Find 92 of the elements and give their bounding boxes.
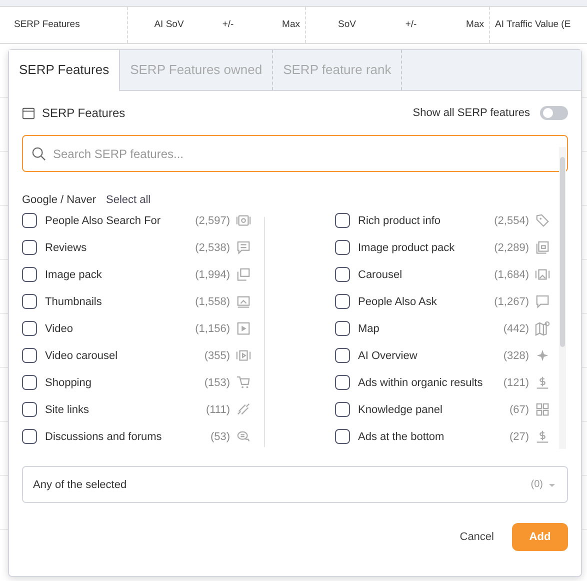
- select-all-link[interactable]: Select all: [106, 194, 151, 206]
- tab[interactable]: SERP Features: [9, 50, 120, 91]
- checkbox[interactable]: [22, 294, 37, 309]
- speech-bubble-icon: [535, 294, 550, 309]
- dollar-icon: [535, 429, 550, 444]
- checkbox[interactable]: [22, 348, 37, 363]
- feature-label: Ads within organic results: [358, 376, 484, 388]
- column-header[interactable]: SoV: [306, 7, 388, 43]
- checkbox[interactable]: [335, 429, 350, 444]
- feature-count: (2,554): [494, 214, 529, 226]
- feature-label: Thumbnails: [45, 296, 103, 308]
- toggle-switch[interactable]: [540, 106, 568, 120]
- feature-label: Shopping: [45, 376, 92, 388]
- chat-bubbles-icon: [236, 429, 251, 444]
- feature-label: People Also Search For: [45, 214, 162, 226]
- feature-count: (2,597): [195, 214, 230, 226]
- feature-label: Reviews: [45, 242, 88, 254]
- search-icon: [31, 146, 46, 161]
- scroll-bar[interactable]: [559, 147, 566, 449]
- checkbox[interactable]: [22, 402, 37, 417]
- feature-count: (1,558): [195, 296, 230, 308]
- feature-label: Discussions and forums: [45, 430, 163, 442]
- image-frame-icon: [236, 213, 251, 228]
- feature-label: Carousel: [358, 268, 404, 280]
- feature-count: (121): [503, 376, 529, 388]
- feature-count: (53): [210, 430, 230, 442]
- feature-count: (153): [204, 376, 230, 388]
- feature-label: Image pack: [45, 268, 103, 280]
- play-icon: [236, 321, 251, 336]
- column-header[interactable]: Max: [434, 7, 490, 43]
- group-label: Google / Naver: [22, 194, 96, 206]
- checkbox[interactable]: [22, 240, 37, 255]
- image-icon: [535, 267, 550, 282]
- section-title: SERP Features: [42, 106, 126, 120]
- feature-label: People Also Ask: [358, 296, 438, 308]
- column-header[interactable]: +/-: [388, 7, 434, 43]
- feature-label: Rich product info: [358, 214, 442, 226]
- cart-icon: [236, 375, 251, 390]
- search-field[interactable]: Search SERP features...: [22, 135, 568, 172]
- image-stack-icon: [236, 267, 251, 282]
- checkbox[interactable]: [335, 402, 350, 417]
- checkbox[interactable]: [22, 267, 37, 282]
- column-header[interactable]: +/-: [210, 7, 246, 43]
- feature-count: (111): [206, 404, 230, 416]
- feature-count: (1,684): [494, 268, 529, 280]
- feature-count: (2,538): [195, 242, 230, 254]
- feature-count: (355): [204, 350, 230, 362]
- feature-count: (1,994): [195, 268, 230, 280]
- column-header[interactable]: SERP Features: [0, 7, 128, 43]
- photo-stack-icon: [535, 240, 550, 255]
- cancel-button[interactable]: Cancel: [456, 525, 498, 549]
- match-dropdown[interactable]: Any of the selected (0): [22, 466, 568, 503]
- feature-count: (27): [509, 430, 529, 442]
- checkbox[interactable]: [335, 294, 350, 309]
- checkbox[interactable]: [22, 429, 37, 444]
- feature-label: Video carousel: [45, 350, 119, 362]
- feature-label: Site links: [45, 404, 90, 416]
- dollar-icon: [535, 375, 550, 390]
- feature-count: (2,289): [494, 242, 529, 254]
- map-icon: [535, 321, 550, 336]
- toggle-label: Show all SERP features: [412, 107, 530, 119]
- checkbox[interactable]: [335, 240, 350, 255]
- film-icon: [236, 348, 251, 363]
- feature-count: (1,156): [195, 322, 230, 334]
- feature-label: Ads at the bottom: [358, 430, 446, 442]
- checkbox[interactable]: [22, 375, 37, 390]
- tag-icon: [535, 213, 550, 228]
- checkbox[interactable]: [335, 321, 350, 336]
- monitor-icon: [236, 294, 251, 309]
- grid-icon: [535, 402, 550, 417]
- sparkle-icon: [535, 348, 550, 363]
- link-icon: [236, 402, 251, 417]
- feature-label: AI Overview: [358, 350, 418, 362]
- feature-count: (442): [503, 322, 529, 334]
- checkbox[interactable]: [335, 375, 350, 390]
- feature-count: (328): [503, 350, 529, 362]
- checkbox[interactable]: [22, 321, 37, 336]
- column-header[interactable]: Max: [246, 7, 306, 43]
- feature-count: (67): [509, 404, 529, 416]
- checkbox[interactable]: [335, 213, 350, 228]
- checkbox[interactable]: [22, 213, 37, 228]
- feature-label: Knowledge panel: [358, 404, 444, 416]
- feature-label: Image product pack: [358, 242, 456, 254]
- feature-label: Map: [358, 322, 380, 334]
- column-header[interactable]: AI SoV: [128, 7, 210, 43]
- column-header[interactable]: AI Traffic Value (E: [490, 7, 582, 43]
- checkbox[interactable]: [335, 267, 350, 282]
- feature-count: (1,267): [494, 296, 529, 308]
- comment-icon: [236, 240, 251, 255]
- checkbox[interactable]: [335, 348, 350, 363]
- window-icon: [22, 106, 35, 120]
- feature-label: Video: [45, 322, 74, 334]
